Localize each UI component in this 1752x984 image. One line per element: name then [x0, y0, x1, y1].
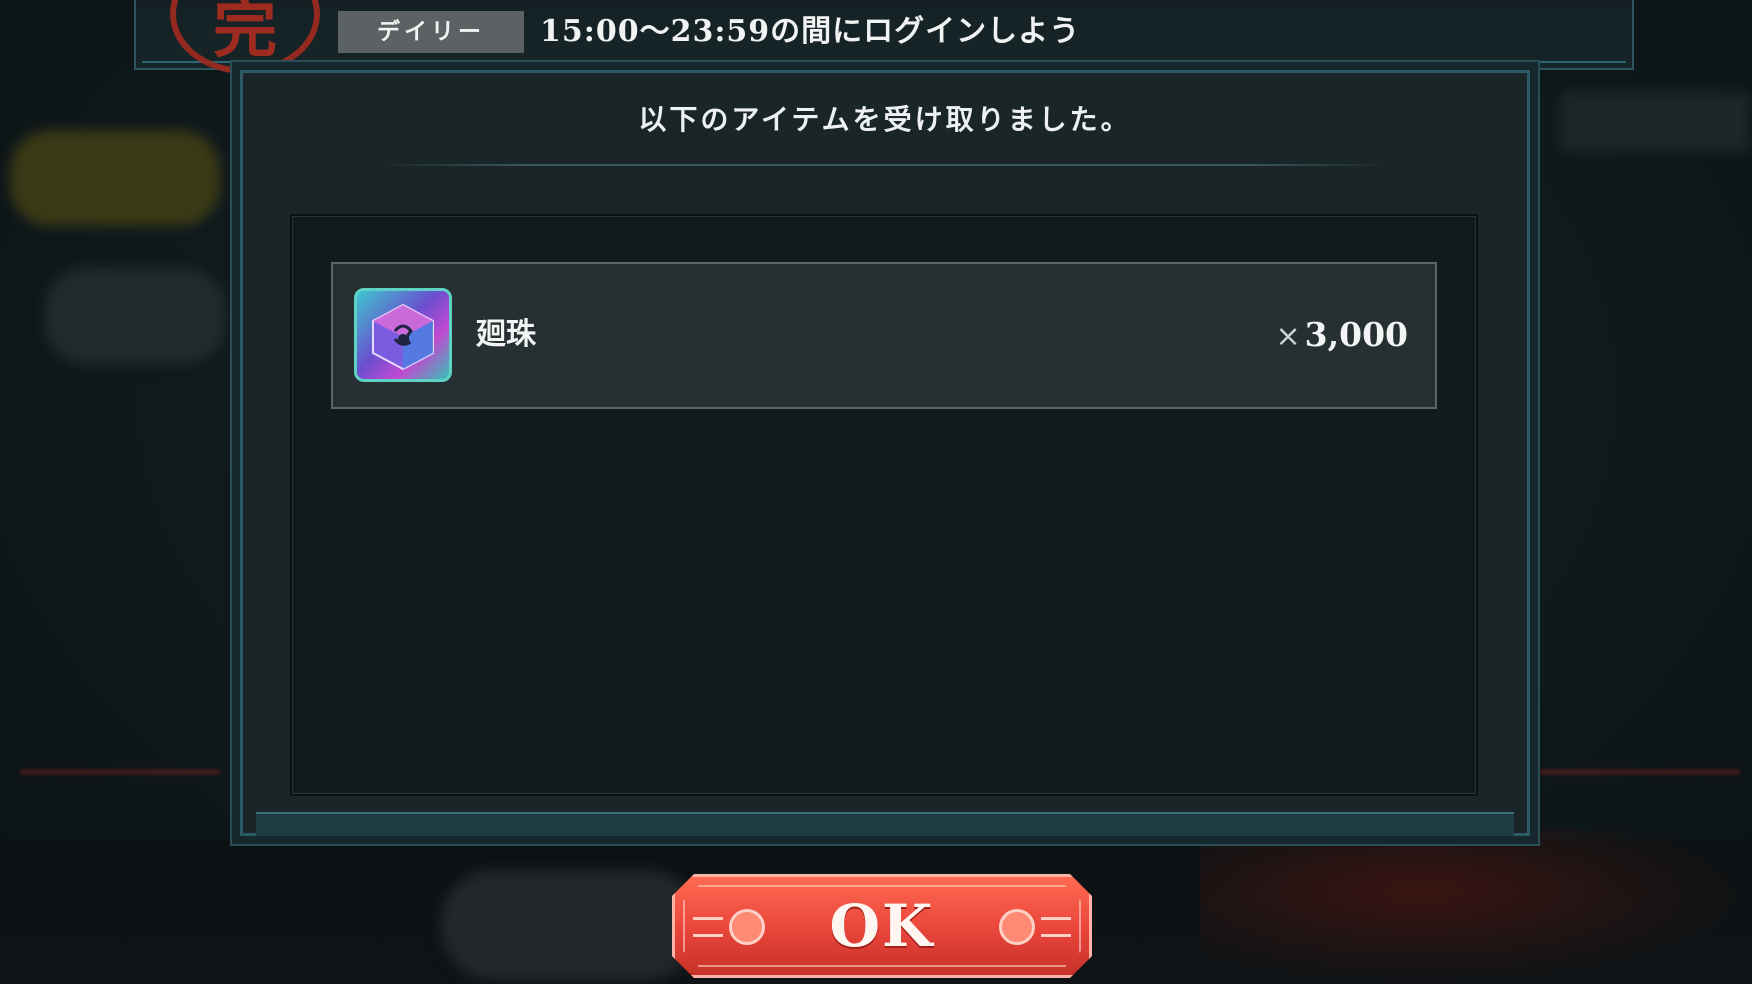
daily-tag: デイリー: [338, 11, 524, 53]
background-element-blurred: [1560, 92, 1750, 152]
item-quantity: × 3,000: [1276, 310, 1408, 360]
background-button-blurred: [45, 268, 225, 364]
background-divider: [1540, 770, 1740, 774]
background-glow: [1200, 830, 1752, 984]
dialog-title: 以下のアイテムを受け取りました。: [638, 103, 1132, 136]
ok-button-label: OK: [829, 892, 935, 960]
quantity-multiplier: ×: [1275, 319, 1301, 354]
background-button-blurred: [10, 130, 220, 226]
crystal-cube-icon: [354, 288, 452, 382]
title-divider: [380, 164, 1392, 166]
background-button-blurred: [440, 870, 700, 980]
mission-description: 15:00～23:59の間にログインしよう: [540, 14, 1081, 49]
item-name: 廻珠: [476, 317, 536, 352]
quantity-value: 3,000: [1304, 315, 1408, 354]
background-divider: [20, 770, 220, 774]
dialog-bottom-trim: [256, 812, 1514, 836]
ok-button[interactable]: OK: [672, 874, 1092, 978]
